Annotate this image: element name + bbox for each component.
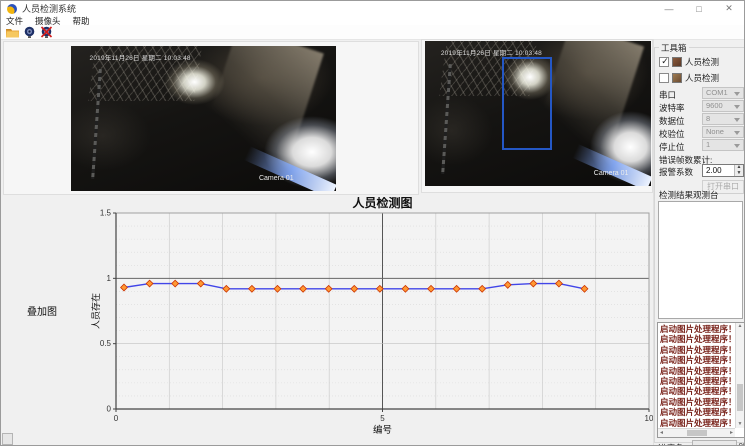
- chart-title: 人员检测图: [352, 197, 412, 210]
- app-icon: [7, 4, 17, 14]
- camera-feed-1: 2019年11月26日 星期二 10:03:48 Camera 01: [71, 46, 336, 191]
- detect-checkbox-1[interactable]: 人员检测: [659, 56, 719, 68]
- sample-image-thumb: [672, 73, 682, 83]
- scrollbar-corner[interactable]: [2, 433, 13, 445]
- log-list-rows: 启动图片处理程序！！启动图片处理程序！！启动图片处理程序！！启动图片处理程序！！…: [659, 324, 734, 427]
- alarm-coefficient-label: 报警系数: [659, 166, 693, 178]
- log-entry[interactable]: 启动图片处理程序！！: [659, 345, 734, 355]
- vertical-scrollbar[interactable]: ▲ ▼: [735, 323, 744, 428]
- camera-name-label: Camera 01: [259, 175, 294, 182]
- checkbox-icon[interactable]: [659, 57, 669, 67]
- serial-port-select[interactable]: COM1: [702, 87, 744, 99]
- y-axis-label: 人员存在: [90, 293, 101, 329]
- checkbox-label: 人员检测: [685, 72, 719, 84]
- video-timestamp: 2019年11月26日 星期二 10:03:48: [90, 52, 191, 62]
- data-bits-select[interactable]: 8: [702, 113, 744, 125]
- log-entry[interactable]: 启动图片处理程序！！: [659, 376, 734, 386]
- spinner-arrows-icon[interactable]: ▲▼: [734, 165, 743, 176]
- serial-port-label: 串口: [659, 89, 676, 101]
- worker-figure-decor: [151, 98, 209, 159]
- sample-image-thumb: [672, 57, 682, 67]
- y-tick-label: 0.5: [100, 339, 112, 348]
- progress-row: 进度条: 0%: [658, 440, 745, 446]
- y-tick-label: 1: [107, 274, 112, 283]
- log-entry[interactable]: 启动图片处理程序！！: [659, 324, 734, 334]
- toolbox-groupbox: 工具箱 人员检测 人员检测 串口 COM1 波特率 9600 数据位 8 校验位…: [654, 47, 745, 443]
- y-tick-label: 1.5: [100, 209, 112, 218]
- toolbar: [1, 25, 744, 40]
- progress-bar: [692, 440, 737, 446]
- minimize-button[interactable]: —: [654, 1, 684, 16]
- camera-feed-2: 2019年11月26日 星期二 10:03:48 Camera 01: [425, 41, 651, 186]
- log-entry[interactable]: 启动图片处理程序！！: [659, 366, 734, 376]
- toolbox-title: 工具箱: [659, 42, 689, 54]
- checkbox-icon[interactable]: [659, 73, 669, 83]
- progress-label: 进度条:: [658, 442, 686, 446]
- log-entry[interactable]: 启动图片处理程序！！: [659, 334, 734, 344]
- scroll-up-icon[interactable]: ▲: [736, 323, 744, 330]
- data-bits-label: 数据位: [659, 115, 685, 127]
- stop-bits-select[interactable]: 1: [702, 139, 744, 151]
- parity-label: 校验位: [659, 128, 685, 140]
- scroll-right-icon[interactable]: ▸: [730, 429, 733, 437]
- detection-chart: 00.511.50510人员检测图编号人员存在: [1, 197, 659, 446]
- start-camera-icon[interactable]: [22, 26, 37, 39]
- log-entry[interactable]: 启动图片处理程序！！: [659, 397, 734, 407]
- x-tick-label: 0: [114, 414, 119, 423]
- y-tick-label: 0: [107, 405, 112, 414]
- scroll-thumb[interactable]: [737, 384, 743, 411]
- window-title: 人员检测系统: [22, 2, 76, 15]
- menu-bar: 文件 摄像头 帮助: [1, 16, 744, 25]
- log-entry[interactable]: 启动图片处理程序！！: [659, 407, 734, 417]
- log-entry[interactable]: 启动图片处理程序！！: [659, 386, 734, 396]
- right-panel: 工具箱 人员检测 人员检测 串口 COM1 波特率 9600 数据位 8 校验位…: [653, 39, 745, 446]
- alarm-coefficient-value: 2.00: [706, 166, 722, 175]
- parity-select[interactable]: None: [702, 126, 744, 138]
- detection-bounding-box: [502, 57, 552, 150]
- overlay-chart-label: 叠加图: [27, 303, 57, 318]
- close-button[interactable]: ✕: [714, 1, 744, 16]
- open-folder-icon[interactable]: [5, 26, 20, 39]
- video-timestamp: 2019年11月26日 星期二 10:03:48: [441, 47, 542, 57]
- scroll-down-icon[interactable]: ▼: [736, 421, 744, 428]
- progress-percent: 0%: [738, 442, 745, 446]
- maximize-button[interactable]: □: [684, 1, 714, 16]
- horizontal-scrollbar[interactable]: ◂ ▸: [658, 428, 735, 437]
- scroll-left-icon[interactable]: ◂: [660, 429, 663, 437]
- baud-rate-label: 波特率: [659, 102, 685, 114]
- log-entry[interactable]: 启动图片处理程序！！: [659, 355, 734, 365]
- log-entry[interactable]: 启动图片处理程序！！: [659, 418, 734, 427]
- alarm-coefficient-spinner[interactable]: 2.00 ▲▼: [702, 164, 744, 177]
- detect-checkbox-2[interactable]: 人员检测: [659, 72, 719, 84]
- checkbox-label: 人员检测: [685, 56, 719, 68]
- camera-name-label: Camera 01: [594, 170, 629, 177]
- baud-rate-select[interactable]: 9600: [702, 100, 744, 112]
- x-tick-label: 5: [380, 414, 385, 423]
- detection-result-list[interactable]: [658, 201, 743, 319]
- observation-label: 检测结果观测台: [659, 189, 719, 201]
- title-bar: 人员检测系统 — □ ✕: [1, 1, 744, 16]
- log-list[interactable]: 启动图片处理程序！！启动图片处理程序！！启动图片处理程序！！启动图片处理程序！！…: [657, 322, 745, 438]
- app-window: 人员检测系统 — □ ✕ 文件 摄像头 帮助: [0, 0, 745, 446]
- stop-camera-icon[interactable]: [39, 26, 54, 39]
- scroll-thumb[interactable]: [687, 430, 707, 436]
- x-axis-label: 编号: [373, 424, 392, 436]
- stop-bits-label: 停止位: [659, 141, 685, 153]
